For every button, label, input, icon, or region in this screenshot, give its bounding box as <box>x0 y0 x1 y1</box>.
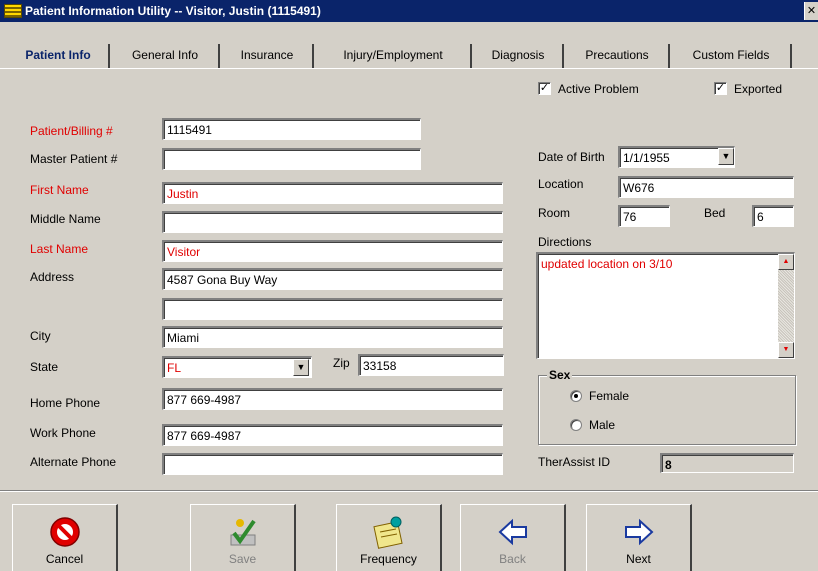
cancel-icon <box>49 517 80 547</box>
middle-name-label: Middle Name <box>30 212 101 226</box>
next-arrow-icon <box>624 518 653 546</box>
alternate-phone-input[interactable] <box>162 453 503 475</box>
sex-groupbox: Sex Female Male <box>538 368 796 445</box>
save-label: Save <box>228 552 257 566</box>
exported-checkbox[interactable]: ✓ <box>714 82 727 95</box>
therassist-id-label: TherAssist ID <box>538 455 611 469</box>
directions-label: Directions <box>538 235 592 249</box>
work-phone-label: Work Phone <box>30 426 96 440</box>
sex-female-label: Female <box>589 389 630 403</box>
tab-custom-fields[interactable]: Custom Fields <box>672 44 792 68</box>
master-patient-label: Master Patient # <box>30 152 118 166</box>
address-label: Address <box>30 270 75 284</box>
directions-textarea[interactable]: updated location on 3/10 ▲ ▼ <box>536 252 795 359</box>
scroll-down-icon[interactable]: ▼ <box>778 342 794 358</box>
close-icon[interactable]: ✕ <box>804 2 818 20</box>
exported-label: Exported <box>734 82 783 96</box>
toolbar-divider <box>0 490 818 492</box>
room-input[interactable]: 76 <box>618 205 670 227</box>
last-name-input[interactable]: Visitor <box>162 240 503 262</box>
bed-input[interactable]: 6 <box>752 205 794 227</box>
cancel-button[interactable]: Cancel <box>12 504 118 571</box>
location-input[interactable]: W676 <box>618 176 794 198</box>
patient-billing-label: Patient/Billing # <box>30 124 113 138</box>
tab-injury-employment[interactable]: Injury/Employment <box>316 44 472 68</box>
last-name-label: Last Name <box>30 242 89 256</box>
bed-label: Bed <box>704 206 726 220</box>
back-label: Back <box>499 552 526 566</box>
city-input[interactable]: Miami <box>162 326 503 348</box>
window-title: Patient Information Utility -- Visitor, … <box>25 4 321 18</box>
active-problem-label: Active Problem <box>558 82 639 96</box>
next-label: Next <box>626 552 651 566</box>
sex-male-label: Male <box>589 418 616 432</box>
tab-insurance[interactable]: Insurance <box>222 44 314 68</box>
sex-legend: Sex <box>547 368 573 382</box>
state-label: State <box>30 360 59 374</box>
city-label: City <box>30 329 51 343</box>
state-dropdown-icon[interactable]: ▼ <box>293 359 309 376</box>
calendar-icon <box>372 516 403 549</box>
active-problem-checkbox[interactable]: ✓ <box>538 82 551 95</box>
back-button[interactable]: Back <box>460 504 566 571</box>
tab-patient-info[interactable]: Patient Info <box>8 44 110 68</box>
tab-underline <box>0 68 818 69</box>
first-name-input[interactable]: Justin <box>162 182 503 204</box>
sex-female-radio[interactable] <box>570 390 582 402</box>
dob-label: Date of Birth <box>538 150 605 164</box>
tab-precautions[interactable]: Precautions <box>566 44 670 68</box>
title-bar: Patient Information Utility -- Visitor, … <box>0 0 818 22</box>
frequency-label: Frequency <box>360 552 417 566</box>
patient-billing-input[interactable]: 1115491 <box>162 118 421 140</box>
location-label: Location <box>538 177 584 191</box>
frequency-button[interactable]: Frequency <box>336 504 442 571</box>
cancel-label: Cancel <box>45 552 84 566</box>
zip-input[interactable]: 33158 <box>358 354 504 376</box>
directions-scrollbar[interactable]: ▲ ▼ <box>778 254 794 358</box>
first-name-label: First Name <box>30 183 89 197</box>
address-line2-input[interactable] <box>162 298 503 320</box>
state-value: FL <box>167 361 182 375</box>
dob-dropdown-icon[interactable]: ▼ <box>718 148 734 165</box>
save-button[interactable]: Save <box>190 504 296 571</box>
save-icon <box>230 519 256 546</box>
room-label: Room <box>538 206 571 220</box>
middle-name-input[interactable] <box>162 211 503 233</box>
home-phone-label: Home Phone <box>30 396 101 410</box>
address-line1-input[interactable]: 4587 Gona Buy Way <box>162 268 503 290</box>
zip-label: Zip <box>333 356 350 370</box>
master-patient-input[interactable] <box>162 148 421 170</box>
dob-value: 1/1/1955 <box>623 151 670 165</box>
alternate-phone-label: Alternate Phone <box>30 455 117 469</box>
next-button[interactable]: Next <box>586 504 692 571</box>
work-phone-input[interactable]: 877 669-4987 <box>162 424 503 446</box>
directions-text: updated location on 3/10 <box>541 257 673 271</box>
therassist-id-field: 8 <box>660 453 794 473</box>
scroll-up-icon[interactable]: ▲ <box>778 254 794 270</box>
app-icon <box>4 4 22 18</box>
back-arrow-icon <box>498 518 527 546</box>
tab-diagnosis[interactable]: Diagnosis <box>474 44 564 68</box>
state-select[interactable]: FL <box>162 356 312 378</box>
home-phone-input[interactable]: 877 669-4987 <box>162 388 503 410</box>
tab-general-info[interactable]: General Info <box>112 44 220 68</box>
sex-male-radio[interactable] <box>570 419 582 431</box>
